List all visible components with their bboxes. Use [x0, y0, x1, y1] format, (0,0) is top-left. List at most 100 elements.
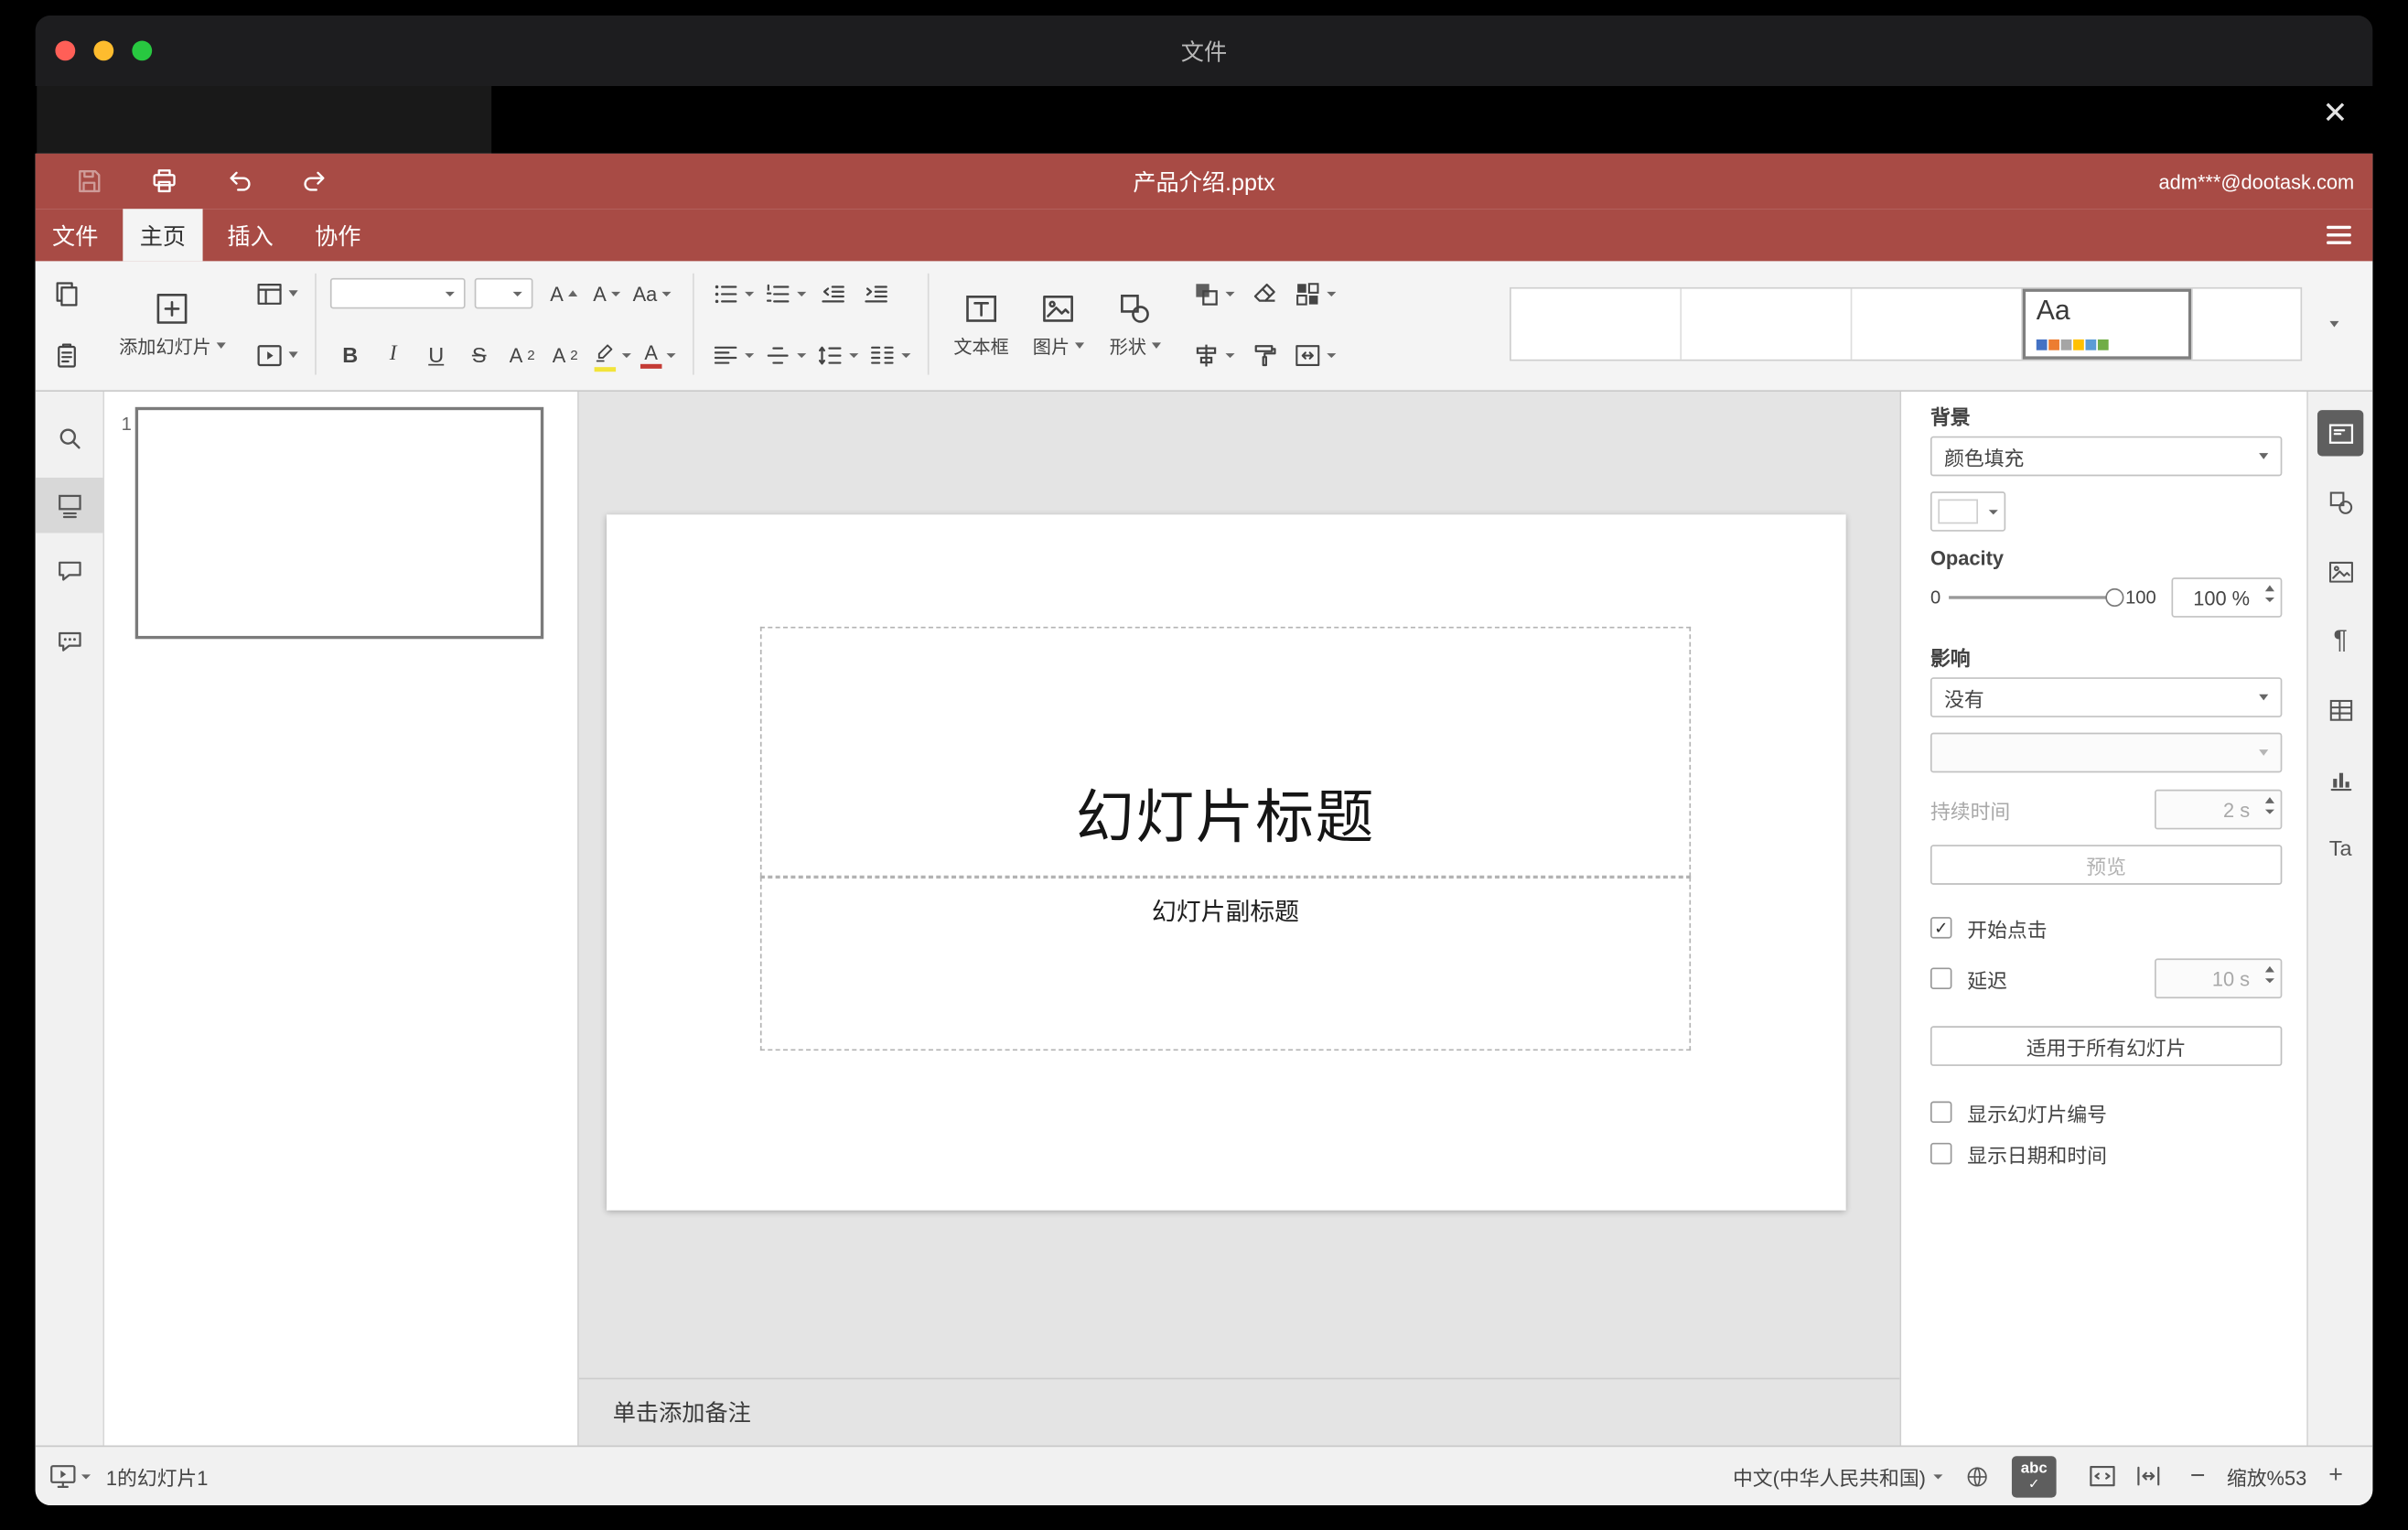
bold-button[interactable]: B — [330, 333, 371, 376]
slide-thumbnail[interactable] — [134, 406, 544, 640]
comments-panel-button[interactable] — [36, 548, 103, 591]
subscript-button[interactable]: A2 — [545, 333, 586, 376]
font-name-select[interactable] — [329, 277, 466, 309]
spinner-up-icon[interactable] — [2264, 585, 2274, 592]
bullets-button[interactable] — [708, 272, 758, 315]
shape-settings-tab[interactable] — [2317, 479, 2363, 525]
decrease-indent-button[interactable] — [812, 272, 853, 315]
font-color-button[interactable]: A — [638, 333, 679, 376]
copy-style-button[interactable] — [1244, 333, 1285, 376]
subtitle-placeholder[interactable]: 幻灯片副标题 — [759, 877, 1692, 1051]
arrange-shape-button[interactable] — [1188, 272, 1238, 315]
menu-button[interactable] — [2327, 209, 2351, 261]
duration-input[interactable]: 2 s — [2155, 789, 2283, 830]
background-color-swatch[interactable] — [1930, 491, 2006, 532]
insert-shape-button[interactable]: 形状 — [1096, 269, 1173, 380]
language-status[interactable]: 中文(中华人民共和国) — [1733, 1461, 1943, 1491]
theme-option[interactable] — [1511, 288, 1682, 360]
superscript-button[interactable]: A2 — [502, 333, 543, 376]
save-button[interactable] — [66, 158, 112, 204]
change-layout-button[interactable] — [252, 272, 301, 315]
spinner-up-icon[interactable] — [2264, 797, 2274, 803]
search-button[interactable] — [36, 416, 103, 459]
spinner-down-icon[interactable] — [2264, 597, 2274, 602]
opacity-input[interactable]: 100 % — [2171, 577, 2283, 618]
tab-insert[interactable]: 插入 — [210, 209, 290, 261]
increase-indent-button[interactable] — [855, 272, 896, 315]
decrement-font-button[interactable]: A — [586, 272, 627, 315]
show-slide-number-checkbox[interactable] — [1930, 1101, 1952, 1124]
change-case-button[interactable]: Aa — [629, 272, 674, 315]
increment-font-button[interactable]: A — [543, 272, 584, 315]
numbering-button[interactable] — [760, 272, 810, 315]
effect-select[interactable]: 没有 — [1930, 677, 2283, 717]
gallery-expand-button[interactable] — [2315, 303, 2355, 346]
textart-settings-tab[interactable]: Ta — [2317, 824, 2363, 870]
line-spacing-button[interactable] — [812, 333, 862, 376]
zoom-out-button[interactable]: − — [2182, 1460, 2213, 1492]
font-size-select[interactable] — [474, 277, 533, 309]
notes-area[interactable]: 单击添加备注 — [578, 1377, 1900, 1446]
opacity-slider[interactable] — [1948, 587, 2124, 608]
slide-size-button[interactable] — [1290, 333, 1339, 376]
paste-button[interactable] — [46, 333, 86, 376]
paragraph-settings-tab[interactable]: ¶ — [2317, 618, 2363, 663]
zoom-in-button[interactable]: + — [2320, 1462, 2351, 1490]
highlight-color-button[interactable] — [588, 333, 634, 376]
clear-style-button[interactable] — [1244, 272, 1285, 315]
slide[interactable]: 幻灯片标题 幻灯片副标题 — [607, 514, 1846, 1211]
start-click-checkbox[interactable]: ✓ — [1930, 917, 1952, 939]
delay-checkbox[interactable] — [1930, 967, 1952, 989]
slideshow-options-button[interactable] — [81, 1473, 91, 1479]
insert-textbox-button[interactable]: 文本框 — [943, 269, 1020, 380]
close-traffic-button[interactable] — [55, 40, 76, 61]
undo-button[interactable] — [217, 158, 263, 204]
spinner-up-icon[interactable] — [2264, 965, 2274, 973]
fit-width-button[interactable] — [2134, 1460, 2165, 1492]
slides-panel-button[interactable] — [35, 478, 103, 533]
chart-settings-tab[interactable] — [2317, 756, 2363, 802]
title-placeholder[interactable]: 幻灯片标题 — [759, 626, 1692, 878]
strikeout-button[interactable]: S — [459, 333, 500, 376]
table-settings-tab[interactable] — [2317, 686, 2363, 732]
start-slideshow-button[interactable] — [48, 1460, 79, 1492]
fit-slide-button[interactable] — [2087, 1460, 2118, 1492]
insert-image-button[interactable]: 图片 — [1020, 269, 1097, 380]
print-button[interactable] — [141, 158, 187, 204]
show-date-checkbox[interactable] — [1930, 1142, 1952, 1165]
spinner-down-icon[interactable] — [2264, 978, 2274, 984]
theme-option[interactable] — [1852, 288, 2023, 360]
delay-input[interactable]: 10 s — [2155, 958, 2283, 999]
align-shape-button[interactable] — [1188, 333, 1238, 376]
apply-all-button[interactable]: 适用于所有幻灯片 — [1930, 1026, 2283, 1066]
effect-type-select[interactable] — [1930, 732, 2283, 773]
tab-file[interactable]: 文件 — [36, 209, 115, 261]
add-slide-button[interactable]: 添加幻灯片 — [104, 269, 240, 380]
theme-option-selected[interactable]: Aa — [2023, 288, 2193, 360]
preview-button[interactable]: 预览 — [1930, 845, 2283, 885]
spellcheck-button[interactable]: abc ✓ — [2011, 1455, 2057, 1497]
fullscreen-traffic-button[interactable] — [132, 40, 153, 61]
image-settings-tab[interactable] — [2317, 548, 2363, 594]
feedback-button[interactable] — [36, 619, 103, 662]
color-scheme-button[interactable] — [1290, 272, 1339, 315]
set-language-button[interactable] — [1964, 1463, 1991, 1490]
horizontal-align-button[interactable] — [708, 333, 758, 376]
slide-canvas[interactable]: 幻灯片标题 幻灯片副标题 — [579, 392, 1900, 1378]
tab-home[interactable]: 主页 — [123, 209, 203, 262]
italic-button[interactable]: I — [373, 333, 414, 376]
start-slideshow-toolbar-button[interactable] — [252, 333, 301, 376]
tab-collaboration[interactable]: 协作 — [298, 209, 378, 261]
spinner-down-icon[interactable] — [2264, 809, 2274, 814]
vertical-align-button[interactable] — [760, 333, 810, 376]
minimize-traffic-button[interactable] — [93, 40, 114, 61]
slide-settings-tab[interactable] — [2317, 410, 2364, 457]
redo-button[interactable] — [292, 158, 338, 204]
opacity-slider-knob[interactable] — [2105, 587, 2124, 608]
background-fill-select[interactable]: 颜色填充 — [1930, 436, 2283, 477]
copy-button[interactable] — [46, 272, 86, 315]
underline-button[interactable]: U — [416, 333, 457, 376]
insert-columns-button[interactable] — [865, 333, 914, 376]
theme-option[interactable] — [1682, 288, 1853, 360]
close-preview-button[interactable]: ✕ — [2322, 98, 2348, 129]
